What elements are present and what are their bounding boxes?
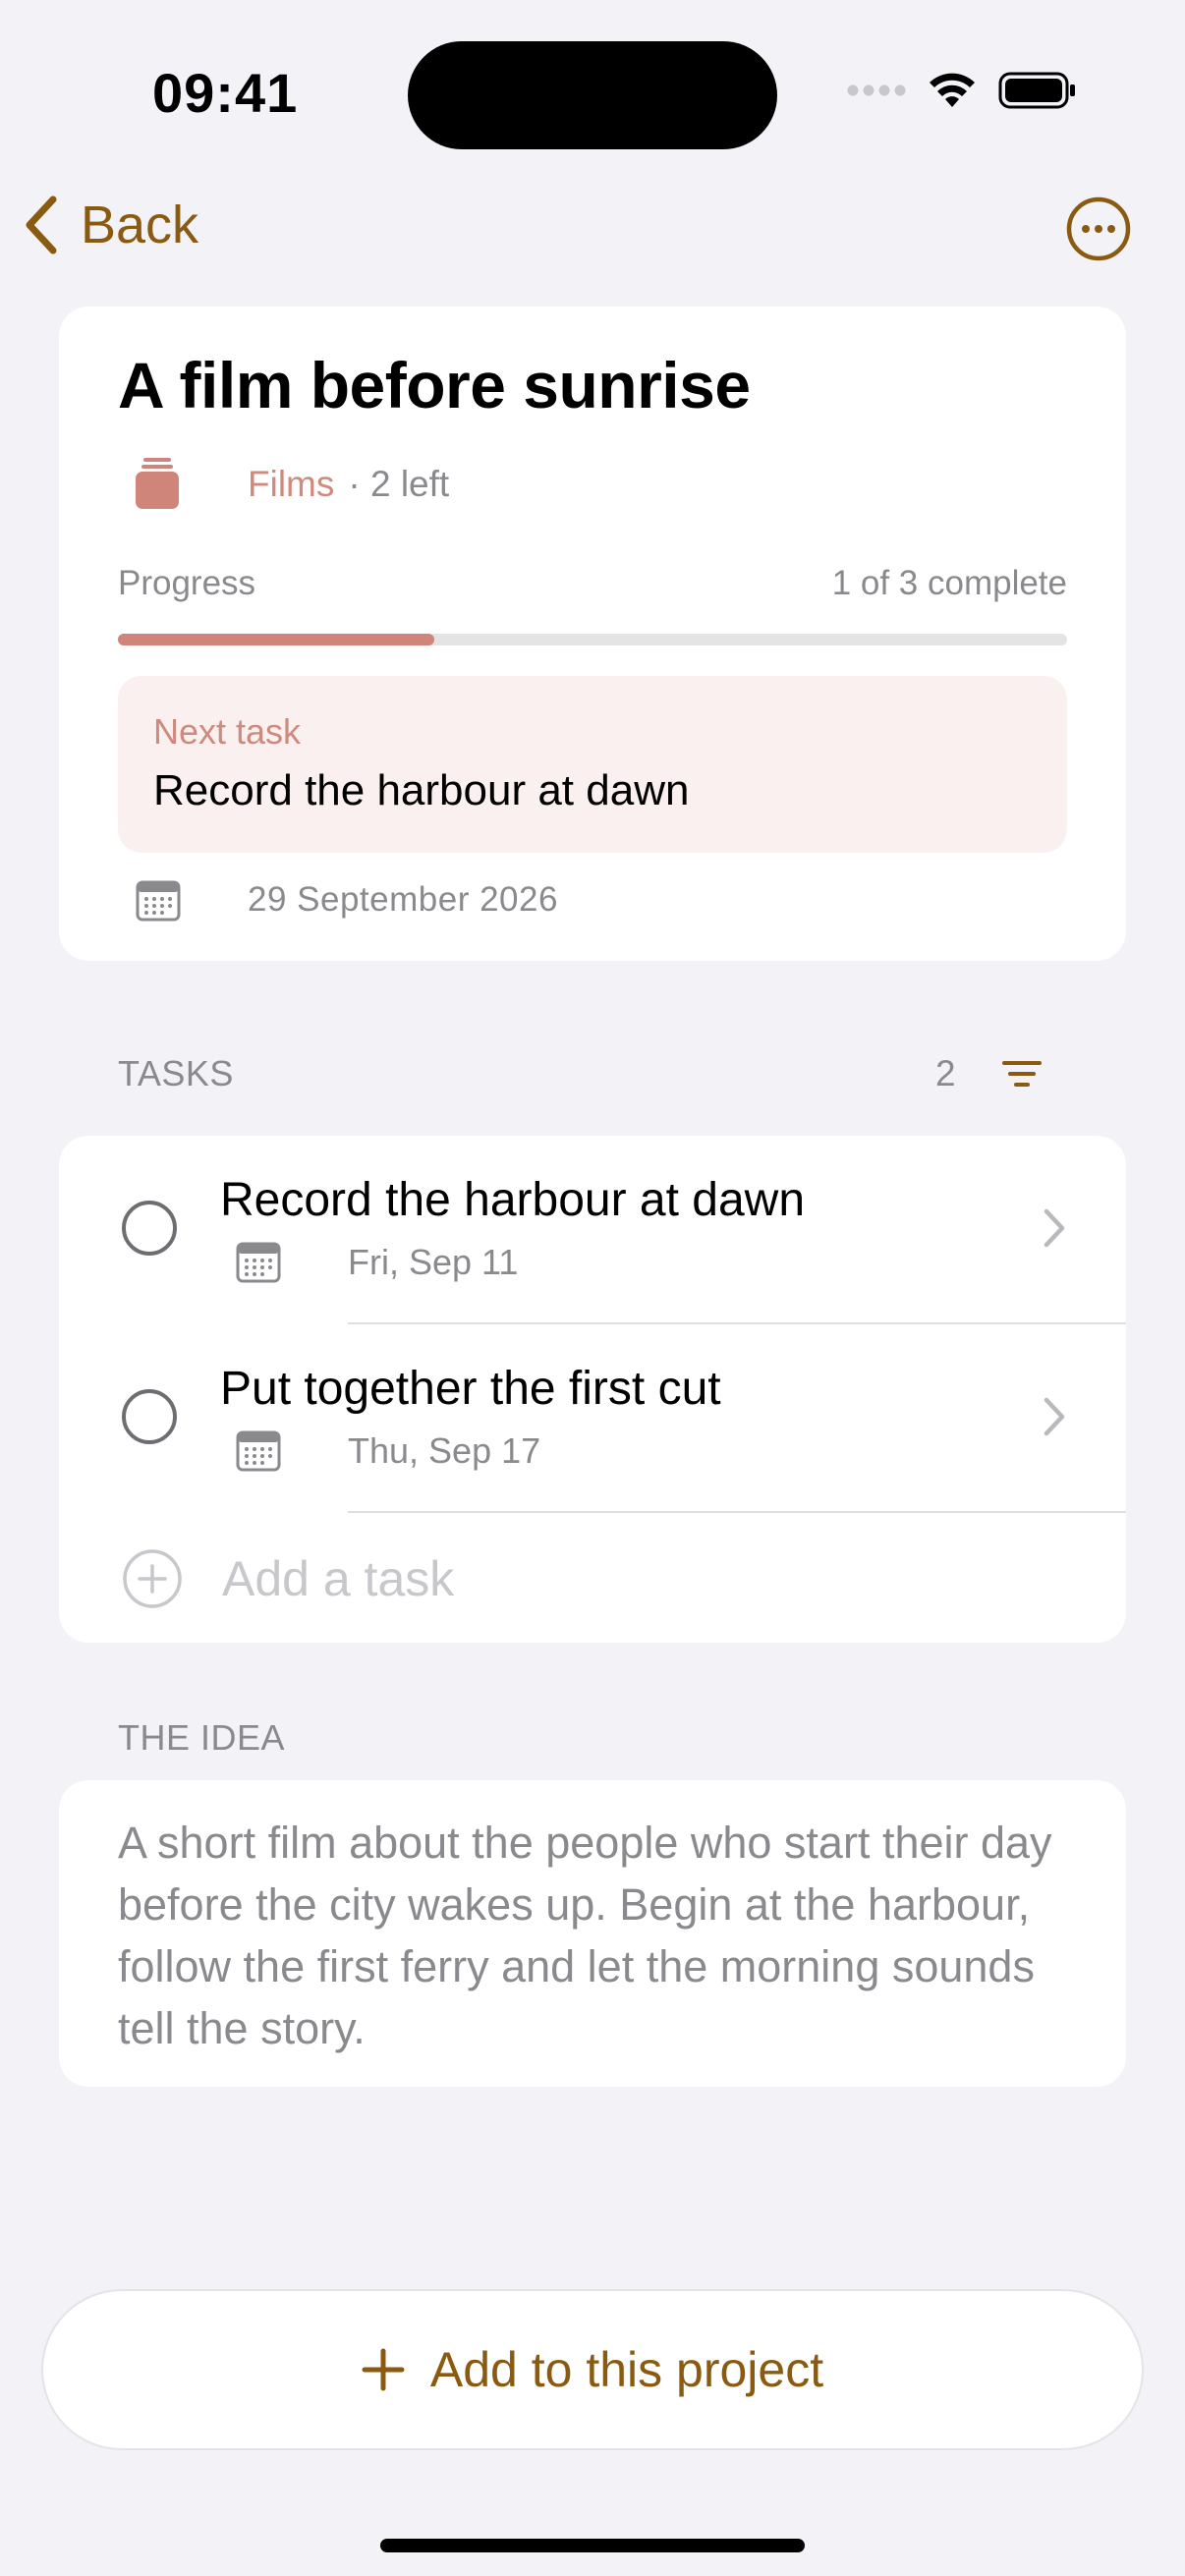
add-to-project-button[interactable]: Add to this project (41, 2289, 1144, 2450)
status-icons (847, 71, 1077, 110)
more-options-icon[interactable] (1066, 196, 1131, 261)
task-date: Fri, Sep 11 (348, 1242, 519, 1282)
tasks-count: 2 (935, 1053, 956, 1093)
add-to-project-label: Add to this project (429, 2342, 824, 2397)
add-circle-icon (123, 1549, 182, 1608)
signal-icon (847, 84, 906, 96)
idea-text: A short film about the people who start … (118, 1818, 1052, 2053)
calendar-icon (136, 880, 181, 922)
next-task-title: Record the harbour at dawn (153, 766, 690, 814)
sort-icon[interactable] (1000, 1057, 1044, 1091)
dynamic-island (408, 41, 777, 149)
category-row: Films · 2 left (248, 464, 449, 505)
task-title: Record the harbour at dawn (220, 1174, 806, 1226)
progress-bar-fill (118, 634, 434, 645)
next-task-box[interactable]: Next task Record the harbour at dawn (118, 676, 1067, 853)
calendar-icon (236, 1242, 281, 1283)
category-link[interactable]: Films (248, 464, 334, 505)
back-label: Back (81, 196, 199, 254)
project-due-date: 29 September 2026 (248, 880, 558, 919)
tasks-section-header: TASKS (118, 1053, 234, 1093)
chevron-right-icon (1044, 1208, 1065, 1248)
remaining-count: · 2 left (348, 464, 450, 504)
wifi-icon (930, 73, 975, 107)
task-checkbox[interactable] (122, 1389, 177, 1444)
chevron-left-icon (26, 196, 57, 254)
task-checkbox[interactable] (122, 1201, 177, 1256)
task-row[interactable]: Record the harbour at dawn Fri, Sep 11 (59, 1136, 1126, 1324)
tasks-list: Record the harbour at dawn Fri, Sep 11 P… (59, 1136, 1126, 1643)
back-button[interactable]: Back (22, 195, 198, 255)
category-jar-icon (136, 458, 179, 509)
chevron-right-icon (1044, 1397, 1065, 1436)
progress-label: Progress (118, 564, 256, 602)
idea-section-header: THE IDEA (118, 1717, 286, 1758)
project-title: A film before sunrise (118, 349, 751, 421)
progress-count: 1 of 3 complete (831, 564, 1067, 602)
add-task-placeholder: Add a task (222, 1551, 455, 1606)
next-task-label: Next task (153, 711, 302, 752)
task-date: Thu, Sep 17 (348, 1430, 541, 1471)
idea-card[interactable]: A short film about the people who start … (59, 1780, 1126, 2087)
calendar-icon (236, 1430, 281, 1472)
status-time: 09:41 (152, 62, 299, 124)
battery-icon (998, 72, 1075, 109)
plus-icon (362, 2348, 405, 2391)
row-divider (348, 1511, 1126, 1513)
progress-bar (118, 634, 1067, 645)
task-row[interactable]: Put together the first cut Thu, Sep 17 (59, 1324, 1126, 1513)
home-indicator[interactable] (380, 2539, 805, 2552)
task-title: Put together the first cut (220, 1363, 721, 1415)
add-task-row[interactable]: Add a task (122, 1548, 454, 1609)
